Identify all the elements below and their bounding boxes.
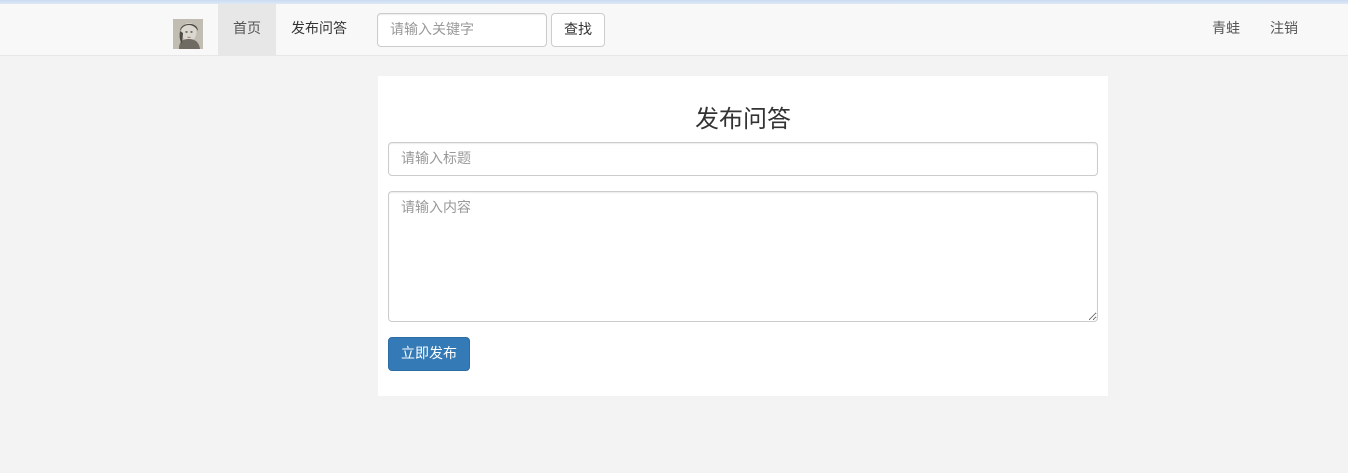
nav-username[interactable]: 青蛙 [1197, 4, 1255, 55]
publish-form-panel: 发布问答 立即发布 [378, 76, 1108, 396]
content-textarea[interactable] [388, 191, 1098, 322]
publish-submit-button[interactable]: 立即发布 [388, 337, 470, 371]
nav-logout[interactable]: 注销 [1255, 4, 1313, 55]
brand-avatar-logo[interactable] [173, 19, 203, 49]
page-title: 发布问答 [695, 105, 791, 133]
title-input[interactable] [388, 142, 1098, 176]
search-button[interactable]: 查找 [551, 13, 605, 47]
avatar-icon [173, 19, 203, 49]
nav-publish-qa[interactable]: 发布问答 [276, 4, 362, 55]
search-input[interactable] [377, 13, 547, 47]
navbar: 首页 发布问答 查找 青蛙 注销 [0, 4, 1348, 56]
nav-home[interactable]: 首页 [218, 4, 276, 55]
